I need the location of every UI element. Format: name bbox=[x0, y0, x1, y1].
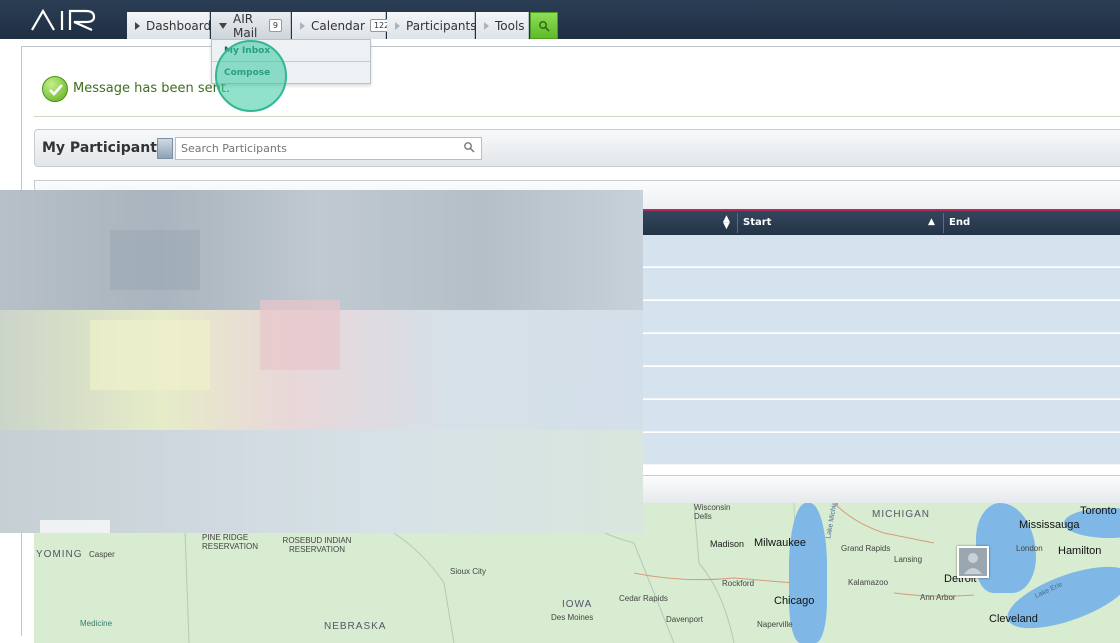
map-label: NEBRASKA bbox=[324, 621, 387, 632]
map-label: Milwaukee bbox=[754, 537, 806, 549]
checkmark-icon bbox=[42, 76, 68, 102]
map-label: Cedar Rapids bbox=[619, 594, 668, 603]
map-label: Lansing bbox=[894, 555, 923, 564]
tab-calendar-label: Calendar bbox=[311, 18, 365, 33]
map-label: PINE RIDGE RESERVATION bbox=[202, 533, 259, 551]
tab-air-mail-label: AIR Mail bbox=[233, 11, 258, 40]
column-header-start[interactable]: Start bbox=[738, 211, 771, 235]
tab-air-mail[interactable]: AIR Mail 9 bbox=[211, 11, 291, 40]
top-navigation-bar: Dashboard AIR Mail 9 Calendar 122 Partic… bbox=[0, 0, 1120, 40]
map-label: Sioux City bbox=[450, 567, 487, 576]
map-label: YOMING bbox=[36, 549, 83, 560]
participant-map-marker[interactable] bbox=[957, 546, 989, 578]
map-label: Madison bbox=[710, 539, 745, 549]
click-indicator bbox=[215, 40, 287, 112]
map-label: Ann Arbor bbox=[920, 593, 956, 602]
sort-icon[interactable]: ▲ ▼ bbox=[723, 215, 730, 231]
participants-title: My Participants bbox=[42, 140, 166, 156]
global-search-button[interactable] bbox=[530, 12, 558, 39]
tab-calendar[interactable]: Calendar 122 bbox=[292, 12, 394, 39]
map-label: Casper bbox=[89, 550, 115, 559]
triangle-down-icon bbox=[219, 22, 227, 29]
map-label: Davenport bbox=[666, 615, 703, 624]
map-label: Grand Rapids bbox=[841, 544, 891, 553]
mail-count-badge: 9 bbox=[268, 19, 282, 32]
map-label: Medicine bbox=[80, 619, 113, 628]
map-label: ROSEBUD INDIAN RESERVATION bbox=[282, 536, 352, 554]
tab-dashboard[interactable]: Dashboard bbox=[127, 12, 212, 39]
map-label: London bbox=[1016, 544, 1043, 553]
lake-michigan bbox=[789, 503, 827, 643]
triangle-right-icon bbox=[300, 21, 305, 30]
map-label: Cleveland bbox=[989, 613, 1038, 625]
air-logo[interactable] bbox=[30, 9, 100, 31]
tab-tools-label: Tools bbox=[495, 18, 525, 33]
participant-avatar-icon[interactable] bbox=[157, 138, 173, 159]
map-label: IOWA bbox=[562, 599, 593, 610]
map-label: Chicago bbox=[774, 595, 815, 607]
search-icon bbox=[539, 20, 550, 32]
map-label: Des Moines bbox=[551, 613, 594, 622]
tab-tools[interactable]: Tools bbox=[476, 12, 529, 39]
column-header-end[interactable]: End bbox=[944, 211, 970, 235]
map-label: Rockford bbox=[722, 579, 755, 588]
person-icon bbox=[964, 553, 982, 574]
tab-participants-label: Participants bbox=[406, 18, 477, 33]
sort-ascending-icon[interactable]: ▲ bbox=[928, 218, 935, 227]
triangle-right-icon bbox=[135, 21, 140, 30]
participants-toolbar: My Participants bbox=[34, 129, 1120, 167]
air-logo-mark bbox=[31, 9, 96, 31]
tab-dashboard-label: Dashboard bbox=[146, 18, 212, 33]
success-alert: Message has been sent. bbox=[34, 69, 1120, 117]
redacted-region bbox=[0, 190, 643, 533]
tab-participants[interactable]: Participants bbox=[387, 12, 477, 39]
map-label: Hamilton bbox=[1058, 545, 1102, 557]
map-label: Mississauga bbox=[1019, 519, 1080, 531]
success-message: Message has been sent. bbox=[73, 81, 231, 96]
map-label: Wisconsin Dells bbox=[694, 503, 731, 521]
map-label: Kalamazoo bbox=[848, 578, 889, 587]
search-icon[interactable] bbox=[463, 141, 475, 153]
triangle-right-icon bbox=[395, 21, 400, 30]
triangle-right-icon bbox=[484, 21, 489, 30]
map-label: Naperville bbox=[757, 620, 793, 629]
map-label: Toronto bbox=[1080, 505, 1117, 517]
participant-search-input[interactable] bbox=[175, 137, 482, 160]
map-label: MICHIGAN bbox=[872, 509, 930, 520]
